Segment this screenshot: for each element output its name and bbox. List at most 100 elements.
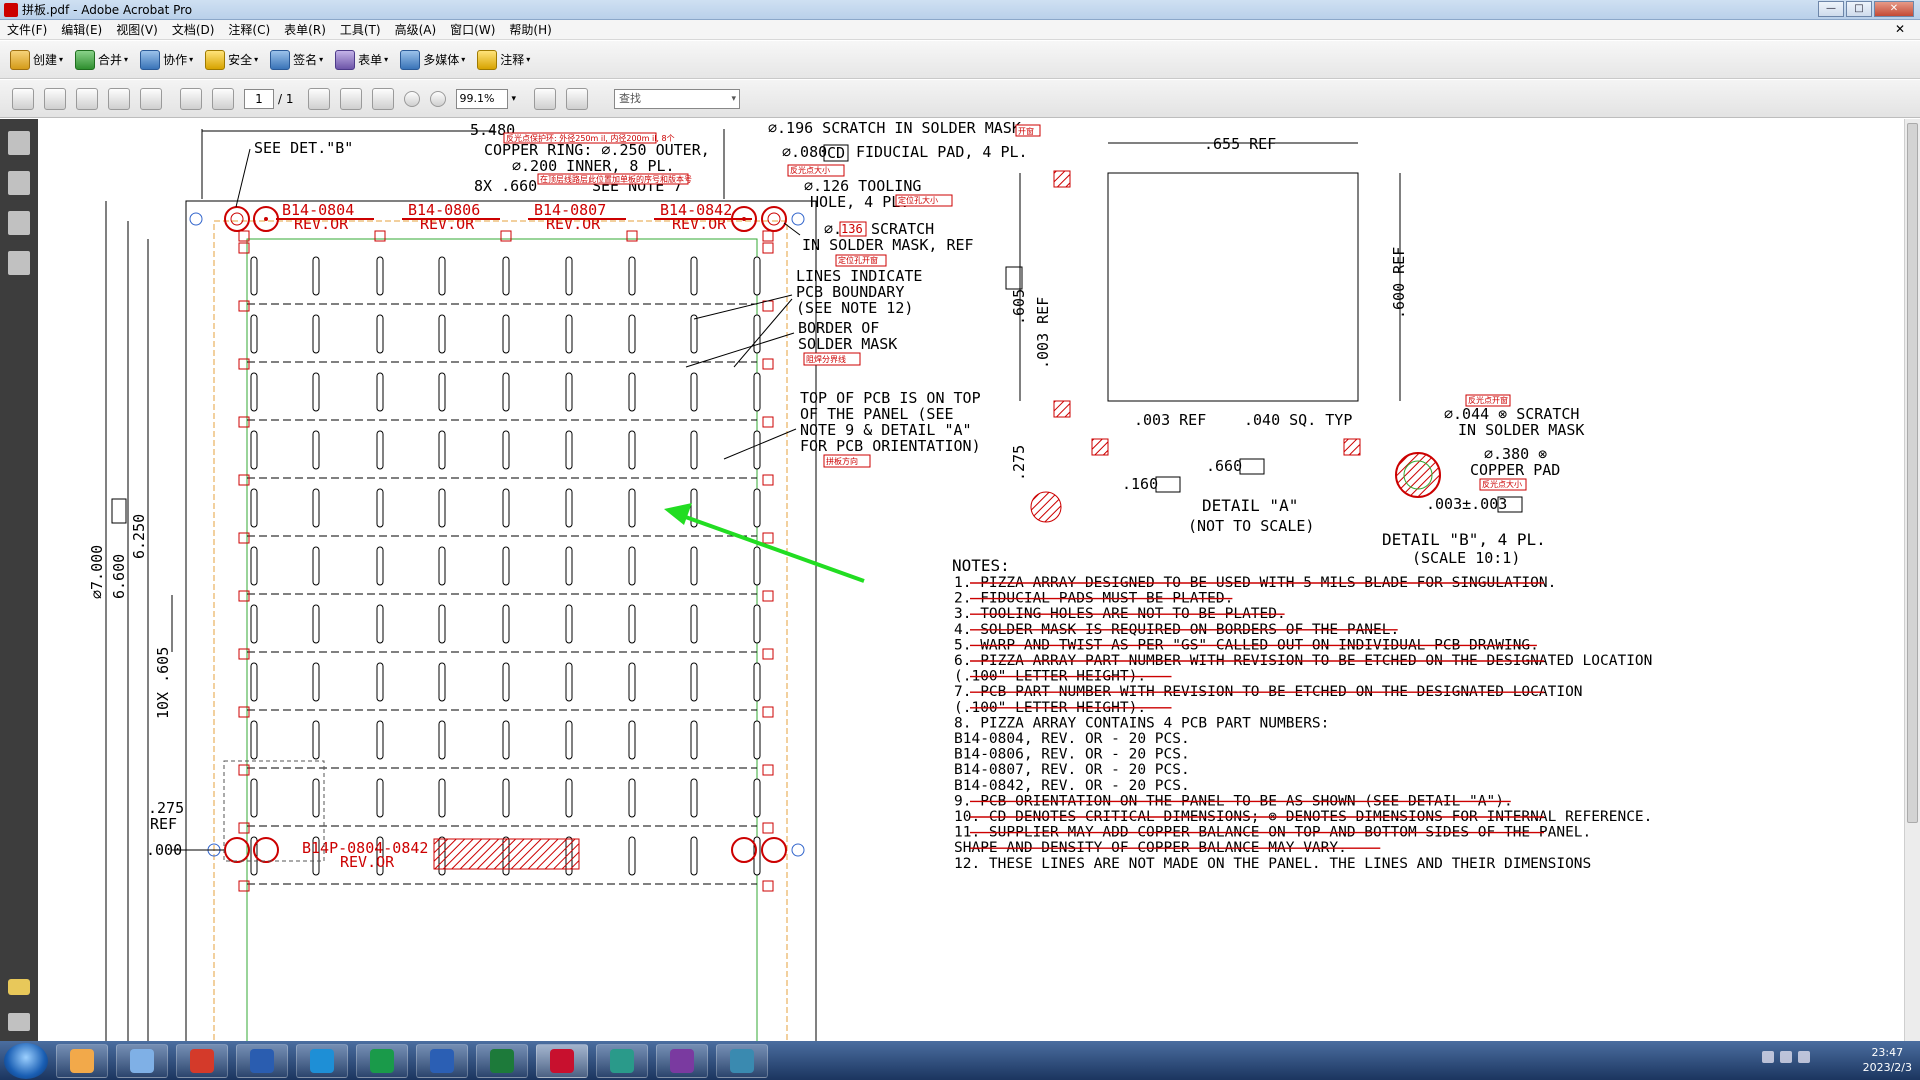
combine-button[interactable]: 合并 ▾ bbox=[75, 49, 128, 70]
multimedia-icon bbox=[400, 49, 421, 70]
detail-b: 反光点开窗 ⌀.044 ⊗ SCRATCH IN SOLDER MASK ⌀.3… bbox=[1382, 394, 1584, 567]
scrollbar-thumb[interactable] bbox=[1907, 123, 1918, 823]
taskbar-app-word[interactable] bbox=[416, 1043, 468, 1078]
panel-outline bbox=[185, 200, 817, 1041]
fit-page-icon[interactable] bbox=[534, 87, 557, 110]
tab-marker bbox=[762, 764, 774, 776]
start-button[interactable] bbox=[4, 1042, 48, 1079]
taskbar-app-9[interactable] bbox=[716, 1043, 768, 1078]
solder-mask-border bbox=[213, 220, 788, 1041]
minimize-button[interactable]: — bbox=[1818, 1, 1844, 17]
top-label-4: FOR PCB ORIENTATION) bbox=[800, 437, 981, 455]
taskbar-app-1[interactable] bbox=[56, 1043, 108, 1078]
close-document-icon[interactable]: ✕ bbox=[1888, 22, 1912, 36]
note-line-13: B14-0807, REV. OR - 20 PCS. bbox=[954, 762, 1190, 778]
routing-slot bbox=[250, 720, 258, 760]
clock-date[interactable]: 2023/2/3 bbox=[1863, 1060, 1912, 1075]
menu-view[interactable]: 视图(V) bbox=[109, 21, 165, 38]
zoom-out-icon[interactable] bbox=[403, 90, 420, 107]
det-a-fiducial bbox=[1030, 491, 1062, 523]
pages-icon[interactable] bbox=[8, 131, 30, 155]
routing-slot bbox=[312, 546, 320, 586]
taskbar-app-2[interactable] bbox=[116, 1043, 168, 1078]
menu-comments[interactable]: 注释(C) bbox=[221, 21, 277, 38]
attachments-icon[interactable] bbox=[8, 1013, 30, 1031]
taskbar-app-3[interactable] bbox=[176, 1043, 228, 1078]
previous-page-icon[interactable] bbox=[180, 87, 202, 110]
note-line-19: 12. THESE LINES ARE NOT MADE ON THE PANE… bbox=[954, 856, 1591, 872]
taskbar-app-6[interactable] bbox=[356, 1043, 408, 1078]
vertical-scrollbar[interactable] bbox=[1904, 119, 1920, 1041]
det-a-655: .655 REF bbox=[1204, 135, 1276, 153]
taskbar-app-acrobat[interactable] bbox=[536, 1043, 588, 1078]
find-input[interactable]: 查找 bbox=[614, 88, 741, 109]
secure-button[interactable]: 安全 ▾ bbox=[205, 49, 258, 70]
marquee-zoom-icon[interactable] bbox=[371, 87, 394, 110]
detail-a-board bbox=[1107, 172, 1359, 402]
routing-slot bbox=[376, 488, 384, 528]
page-number-input[interactable]: 1 bbox=[244, 88, 274, 109]
print-icon[interactable] bbox=[44, 87, 66, 110]
close-button[interactable]: ✕ bbox=[1874, 1, 1914, 17]
menu-file[interactable]: 文件(F) bbox=[0, 21, 54, 38]
taskbar-app-7[interactable] bbox=[596, 1043, 648, 1078]
email-icon[interactable] bbox=[108, 87, 130, 110]
bookmarks-icon[interactable] bbox=[8, 171, 30, 195]
menu-help[interactable]: 帮助(H) bbox=[502, 21, 558, 38]
menu-tools[interactable]: 工具(T) bbox=[333, 21, 388, 38]
routing-slot bbox=[250, 546, 258, 586]
taskbar-app-5[interactable] bbox=[296, 1043, 348, 1078]
create-icon bbox=[10, 49, 30, 70]
routing-slot bbox=[502, 372, 510, 412]
zoom-level-input[interactable]: 99.1% bbox=[455, 88, 508, 109]
hand-tool-icon[interactable] bbox=[339, 87, 362, 110]
multimedia-button[interactable]: 多媒体 ▾ bbox=[400, 49, 465, 70]
sign-button[interactable]: 签名 ▾ bbox=[270, 49, 323, 70]
network-icon[interactable] bbox=[1798, 1051, 1810, 1063]
taskbar-app-excel[interactable] bbox=[476, 1043, 528, 1078]
det-b-sub: (SCALE 10:1) bbox=[1412, 549, 1520, 567]
routing-slot bbox=[628, 314, 636, 354]
taskbar-app-8[interactable] bbox=[656, 1043, 708, 1078]
routing-slot bbox=[438, 372, 446, 412]
share-icon[interactable] bbox=[140, 87, 162, 110]
dim-6250: 6.250 bbox=[130, 514, 148, 559]
fit-width-icon[interactable] bbox=[566, 87, 589, 110]
maximize-button[interactable]: □ bbox=[1846, 1, 1872, 17]
collaborate-button[interactable]: 协作 ▾ bbox=[140, 49, 193, 70]
signatures-icon[interactable] bbox=[8, 251, 30, 275]
next-page-icon[interactable] bbox=[212, 87, 234, 110]
select-tool-icon[interactable] bbox=[307, 87, 330, 110]
routing-slot bbox=[628, 488, 636, 528]
zoom-dropdown-icon[interactable]: ▾ bbox=[512, 94, 517, 104]
menu-advanced[interactable]: 高级(A) bbox=[388, 21, 444, 38]
comment-button[interactable]: 注释 ▾ bbox=[477, 49, 530, 70]
zoom-in-icon[interactable] bbox=[429, 90, 446, 107]
taskbar-app-4[interactable] bbox=[236, 1043, 288, 1078]
menu-window[interactable]: 窗口(W) bbox=[443, 21, 502, 38]
page-total: / 1 bbox=[278, 91, 294, 106]
routing-slot bbox=[502, 720, 510, 760]
document-view: 5.480 B14-0804 REV.OR B14-0806 REV.OR B14-08… bbox=[44, 119, 1904, 1041]
open-folder-icon[interactable] bbox=[12, 87, 34, 110]
menu-document[interactable]: 文档(D) bbox=[165, 21, 222, 38]
routing-slot bbox=[250, 256, 258, 296]
comment-icon bbox=[477, 49, 498, 70]
create-button[interactable]: 创建 ▾ bbox=[10, 49, 63, 70]
border-label-2: SOLDER MASK bbox=[798, 335, 897, 353]
notes-title: NOTES: bbox=[952, 556, 1010, 575]
layers-icon[interactable] bbox=[8, 211, 30, 235]
comments-panel-icon[interactable] bbox=[8, 979, 30, 995]
det-a-275: .275 bbox=[1010, 445, 1028, 481]
menu-forms[interactable]: 表单(R) bbox=[277, 21, 333, 38]
routing-slot bbox=[753, 372, 761, 412]
clock-time[interactable]: 23:47 bbox=[1863, 1045, 1912, 1060]
routing-slot bbox=[690, 430, 698, 470]
menu-edit[interactable]: 编辑(E) bbox=[54, 21, 109, 38]
scratch-136-line2: IN SOLDER MASK, REF bbox=[802, 236, 974, 254]
routing-slot bbox=[565, 256, 573, 296]
save-icon[interactable] bbox=[76, 87, 98, 110]
flag-icon[interactable] bbox=[1762, 1051, 1774, 1063]
forms-button[interactable]: 表单 ▾ bbox=[335, 49, 388, 70]
volume-icon[interactable] bbox=[1780, 1051, 1792, 1063]
